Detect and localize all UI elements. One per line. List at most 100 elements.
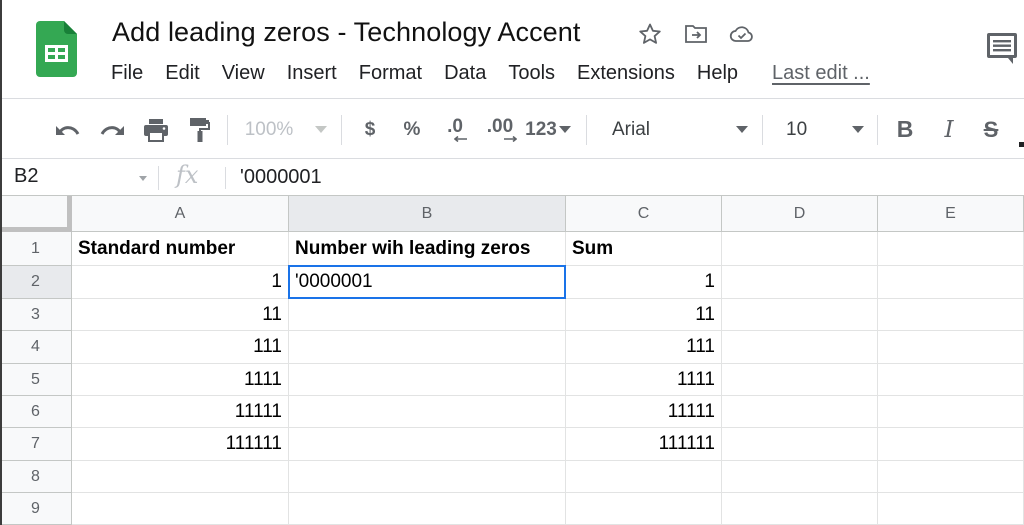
cell-a4[interactable]: 111	[72, 331, 289, 364]
cell-c2[interactable]: 1	[566, 266, 722, 299]
cell-d3[interactable]	[722, 299, 878, 331]
cell-b8[interactable]	[289, 461, 566, 493]
percent-format-button[interactable]: %	[398, 100, 426, 159]
cell-a8[interactable]	[72, 461, 289, 493]
cell-a3[interactable]: 11	[72, 299, 289, 331]
cell-a6[interactable]: 11111	[72, 396, 289, 428]
increase-decimal-button[interactable]: .00	[480, 100, 520, 159]
menu-insert[interactable]: Insert	[287, 62, 337, 85]
cell-c5[interactable]: 1111	[566, 364, 722, 396]
row-header-1[interactable]: 1	[0, 232, 72, 266]
column-header-e[interactable]: E	[878, 196, 1024, 232]
column-header-a[interactable]: A	[72, 196, 289, 232]
comment-history-icon[interactable]	[985, 32, 1021, 66]
cell-d8[interactable]	[722, 461, 878, 493]
menu-tools[interactable]: Tools	[508, 62, 555, 85]
cell-e9[interactable]	[878, 493, 1024, 525]
spreadsheet-grid: A B C D E 1 Standard number Number wih leading …	[0, 196, 1024, 525]
cell-c6[interactable]: 11111	[566, 396, 722, 428]
cell-b9[interactable]	[289, 493, 566, 525]
menu-file[interactable]: File	[111, 62, 143, 85]
cell-a5[interactable]: 1111	[72, 364, 289, 396]
decrease-decimal-label: .0	[447, 115, 463, 137]
cell-d9[interactable]	[722, 493, 878, 525]
more-formats-button[interactable]: 123	[522, 100, 574, 159]
row-header-2[interactable]: 2	[0, 266, 72, 299]
menu-help[interactable]: Help	[697, 62, 738, 85]
redo-icon[interactable]	[96, 100, 128, 159]
cell-b4[interactable]	[289, 331, 566, 364]
font-family-select[interactable]: Arial	[600, 100, 752, 159]
cell-a2[interactable]: 1	[72, 266, 289, 299]
menu-edit[interactable]: Edit	[165, 62, 199, 85]
cell-d7[interactable]	[722, 428, 878, 461]
column-header-c[interactable]: C	[566, 196, 722, 232]
menu-extensions[interactable]: Extensions	[577, 62, 675, 85]
cell-b2[interactable]: '0000001	[289, 266, 566, 299]
currency-format-button[interactable]: $	[356, 100, 384, 159]
sheets-logo-icon[interactable]	[36, 21, 77, 77]
cell-d2[interactable]	[722, 266, 878, 299]
cell-d6[interactable]	[722, 396, 878, 428]
chevron-down-icon[interactable]	[139, 176, 147, 181]
cell-b6[interactable]	[289, 396, 566, 428]
formula-input[interactable]: '0000001	[240, 166, 322, 189]
cell-e2[interactable]	[878, 266, 1024, 299]
row-header-4[interactable]: 4	[0, 331, 72, 364]
cell-e6[interactable]	[878, 396, 1024, 428]
cell-e1[interactable]	[878, 232, 1024, 266]
fx-icon: fx	[176, 161, 199, 189]
cell-a9[interactable]	[72, 493, 289, 525]
bold-button[interactable]: B	[890, 100, 920, 159]
zoom-select[interactable]: 100%	[240, 100, 332, 159]
cell-e5[interactable]	[878, 364, 1024, 396]
strikethrough-button[interactable]: S	[976, 100, 1006, 159]
cell-e7[interactable]	[878, 428, 1024, 461]
row-header-3[interactable]: 3	[0, 299, 72, 331]
cell-d1[interactable]	[722, 232, 878, 266]
star-icon[interactable]	[636, 20, 664, 48]
column-header-d[interactable]: D	[722, 196, 878, 232]
italic-button[interactable]: I	[934, 100, 964, 159]
cell-b3[interactable]	[289, 299, 566, 331]
name-box[interactable]: B2	[14, 165, 38, 188]
row-header-6[interactable]: 6	[0, 396, 72, 428]
cell-d4[interactable]	[722, 331, 878, 364]
menu-format[interactable]: Format	[359, 62, 422, 85]
row-header-7[interactable]: 7	[0, 428, 72, 461]
print-icon[interactable]	[140, 100, 172, 159]
cell-e3[interactable]	[878, 299, 1024, 331]
cell-c8[interactable]	[566, 461, 722, 493]
text-color-indicator[interactable]	[1019, 142, 1024, 147]
cell-b7[interactable]	[289, 428, 566, 461]
cell-c3[interactable]: 11	[566, 299, 722, 331]
cell-e8[interactable]	[878, 461, 1024, 493]
cell-c1[interactable]: Sum	[566, 232, 722, 266]
cell-d5[interactable]	[722, 364, 878, 396]
row-header-8[interactable]: 8	[0, 461, 72, 493]
cell-e4[interactable]	[878, 331, 1024, 364]
cell-b1[interactable]: Number wih leading zeros	[289, 232, 566, 266]
column-header-b[interactable]: B	[289, 196, 566, 232]
more-formats-label: 123	[525, 118, 557, 140]
select-all-corner[interactable]	[0, 196, 72, 232]
cell-c7[interactable]: 111111	[566, 428, 722, 461]
document-title[interactable]: Add leading zeros - Technology Accent	[112, 17, 581, 48]
zoom-value: 100%	[244, 118, 294, 140]
decrease-decimal-button[interactable]: .0	[436, 100, 474, 159]
move-to-folder-icon[interactable]	[682, 20, 710, 48]
cloud-saved-icon[interactable]	[728, 20, 756, 48]
font-size-select[interactable]: 10	[774, 100, 866, 159]
row-header-5[interactable]: 5	[0, 364, 72, 396]
cell-a7[interactable]: 111111	[72, 428, 289, 461]
cell-a1[interactable]: Standard number	[72, 232, 289, 266]
cell-c9[interactable]	[566, 493, 722, 525]
menu-data[interactable]: Data	[444, 62, 486, 85]
cell-c4[interactable]: 111	[566, 331, 722, 364]
row-header-9[interactable]: 9	[0, 493, 72, 525]
cell-b5[interactable]	[289, 364, 566, 396]
menu-view[interactable]: View	[222, 62, 265, 85]
undo-icon[interactable]	[52, 100, 84, 159]
paint-format-icon[interactable]	[184, 100, 216, 159]
last-edit-link[interactable]: Last edit ...	[772, 62, 870, 85]
